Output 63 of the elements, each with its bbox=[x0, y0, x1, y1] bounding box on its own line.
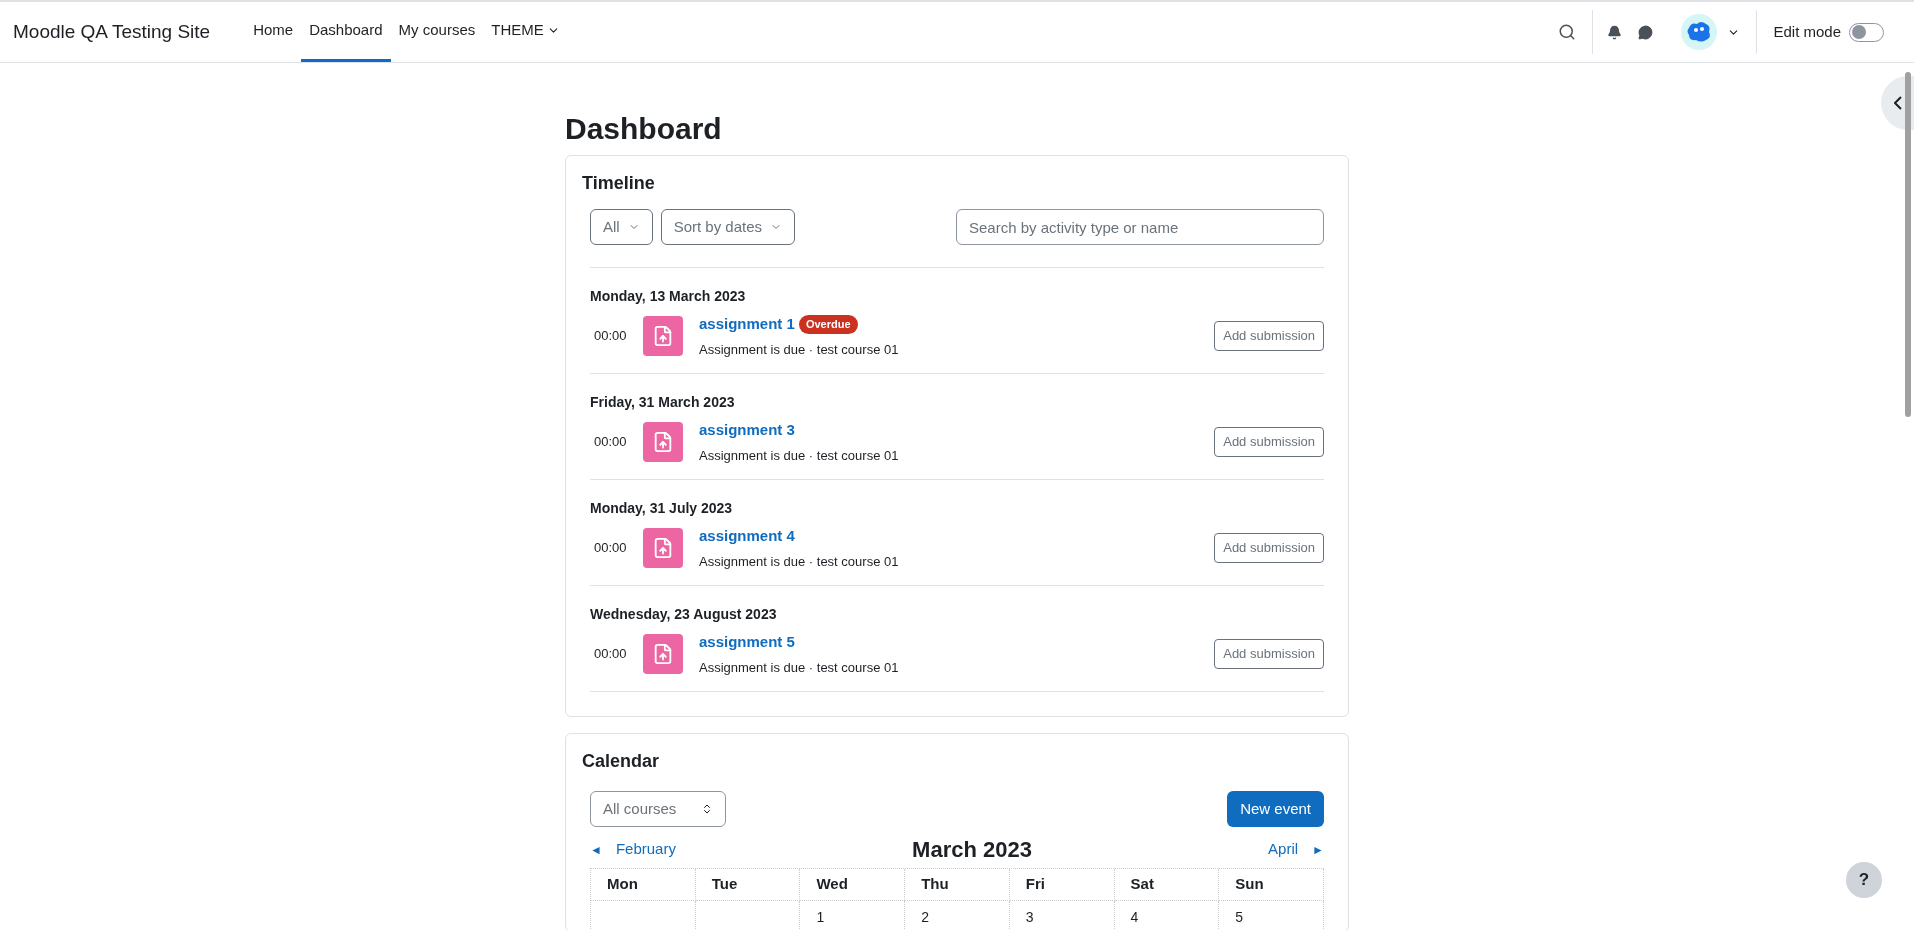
edit-mode-toggle[interactable] bbox=[1849, 22, 1884, 42]
card-title: Timeline bbox=[582, 172, 656, 195]
assignment-link[interactable]: assignment 4 bbox=[699, 525, 795, 548]
assignment-icon bbox=[643, 528, 683, 568]
weekday-header: Fri bbox=[1009, 869, 1115, 901]
chat-icon[interactable] bbox=[1638, 24, 1654, 40]
course-select[interactable]: All courses bbox=[590, 791, 726, 827]
event-time: 00:00 bbox=[593, 645, 628, 664]
weekday-header: Mon bbox=[591, 869, 696, 901]
next-month-link[interactable]: April ► bbox=[1268, 838, 1324, 861]
nav-link[interactable]: THEME bbox=[483, 2, 568, 62]
filter-dropdown[interactable]: All bbox=[590, 209, 653, 245]
event-detail: Assignment is due · test course 01 bbox=[699, 446, 899, 465]
date-heading: Monday, 31 July 2023 bbox=[590, 499, 734, 518]
scrollbar-thumb[interactable] bbox=[1905, 72, 1911, 417]
event-detail: Assignment is due · test course 01 bbox=[699, 552, 899, 571]
event-detail: Assignment is due · test course 01 bbox=[699, 658, 899, 677]
event-detail: Assignment is due · test course 01 bbox=[699, 340, 899, 359]
site-name[interactable]: Moodle QA Testing Site bbox=[13, 17, 211, 47]
add-submission-button[interactable]: Add submission bbox=[1214, 427, 1324, 457]
event-time: 00:00 bbox=[593, 433, 628, 452]
assignment-icon bbox=[643, 634, 683, 674]
date-heading: Monday, 13 March 2023 bbox=[590, 287, 747, 306]
weekday-header: Thu bbox=[905, 869, 1010, 901]
day-number[interactable]: 2 bbox=[921, 908, 929, 925]
sort-arrows-icon bbox=[701, 803, 713, 815]
search-icon[interactable] bbox=[1558, 23, 1577, 41]
page-title: Dashboard bbox=[565, 111, 723, 147]
weekday-header: Tue bbox=[695, 869, 801, 901]
assignment-icon bbox=[643, 422, 683, 462]
add-submission-button[interactable]: Add submission bbox=[1214, 533, 1324, 563]
previous-month-link[interactable]: ◄ February bbox=[590, 838, 676, 861]
new-event-button[interactable]: New event bbox=[1227, 791, 1324, 827]
day-number[interactable]: 3 bbox=[1025, 908, 1034, 925]
day-number[interactable]: 4 bbox=[1130, 908, 1139, 925]
card-title: Calendar bbox=[582, 750, 661, 773]
sort-dropdown[interactable]: Sort by dates bbox=[660, 209, 796, 245]
day-number[interactable]: 5 bbox=[1235, 908, 1244, 925]
assignment-link[interactable]: assignment 5 bbox=[699, 631, 795, 654]
month-title: March 2023 bbox=[912, 836, 1032, 864]
avatar-icon[interactable] bbox=[1681, 14, 1718, 50]
add-submission-button[interactable]: Add submission bbox=[1214, 639, 1324, 669]
weekday-header: Wed bbox=[800, 869, 906, 901]
weekday-header: Sat bbox=[1114, 869, 1220, 901]
bell-icon[interactable] bbox=[1607, 24, 1623, 40]
chevron-left-icon bbox=[1893, 96, 1902, 110]
help-button[interactable]: ? bbox=[1846, 862, 1882, 898]
assignment-link[interactable]: assignment 1 bbox=[699, 313, 795, 336]
search-field[interactable]: Search by activity type or name bbox=[956, 209, 1324, 245]
date-heading: Wednesday, 23 August 2023 bbox=[590, 605, 778, 624]
event-time: 00:00 bbox=[593, 539, 628, 558]
weekday-header: Sun bbox=[1219, 869, 1324, 901]
add-submission-button[interactable]: Add submission bbox=[1214, 321, 1324, 351]
nav-link[interactable]: Home bbox=[245, 2, 302, 62]
overdue-badge: Overdue bbox=[798, 315, 858, 334]
nav-link[interactable]: My courses bbox=[390, 2, 484, 62]
edit-mode-label: Edit mode bbox=[1773, 21, 1841, 42]
nav-link[interactable]: Dashboard bbox=[301, 2, 391, 62]
date-heading: Friday, 31 March 2023 bbox=[590, 393, 736, 412]
event-time: 00:00 bbox=[593, 327, 628, 346]
assignment-icon bbox=[643, 316, 683, 356]
assignment-link[interactable]: assignment 3 bbox=[699, 419, 795, 442]
day-number[interactable]: 1 bbox=[816, 908, 825, 925]
